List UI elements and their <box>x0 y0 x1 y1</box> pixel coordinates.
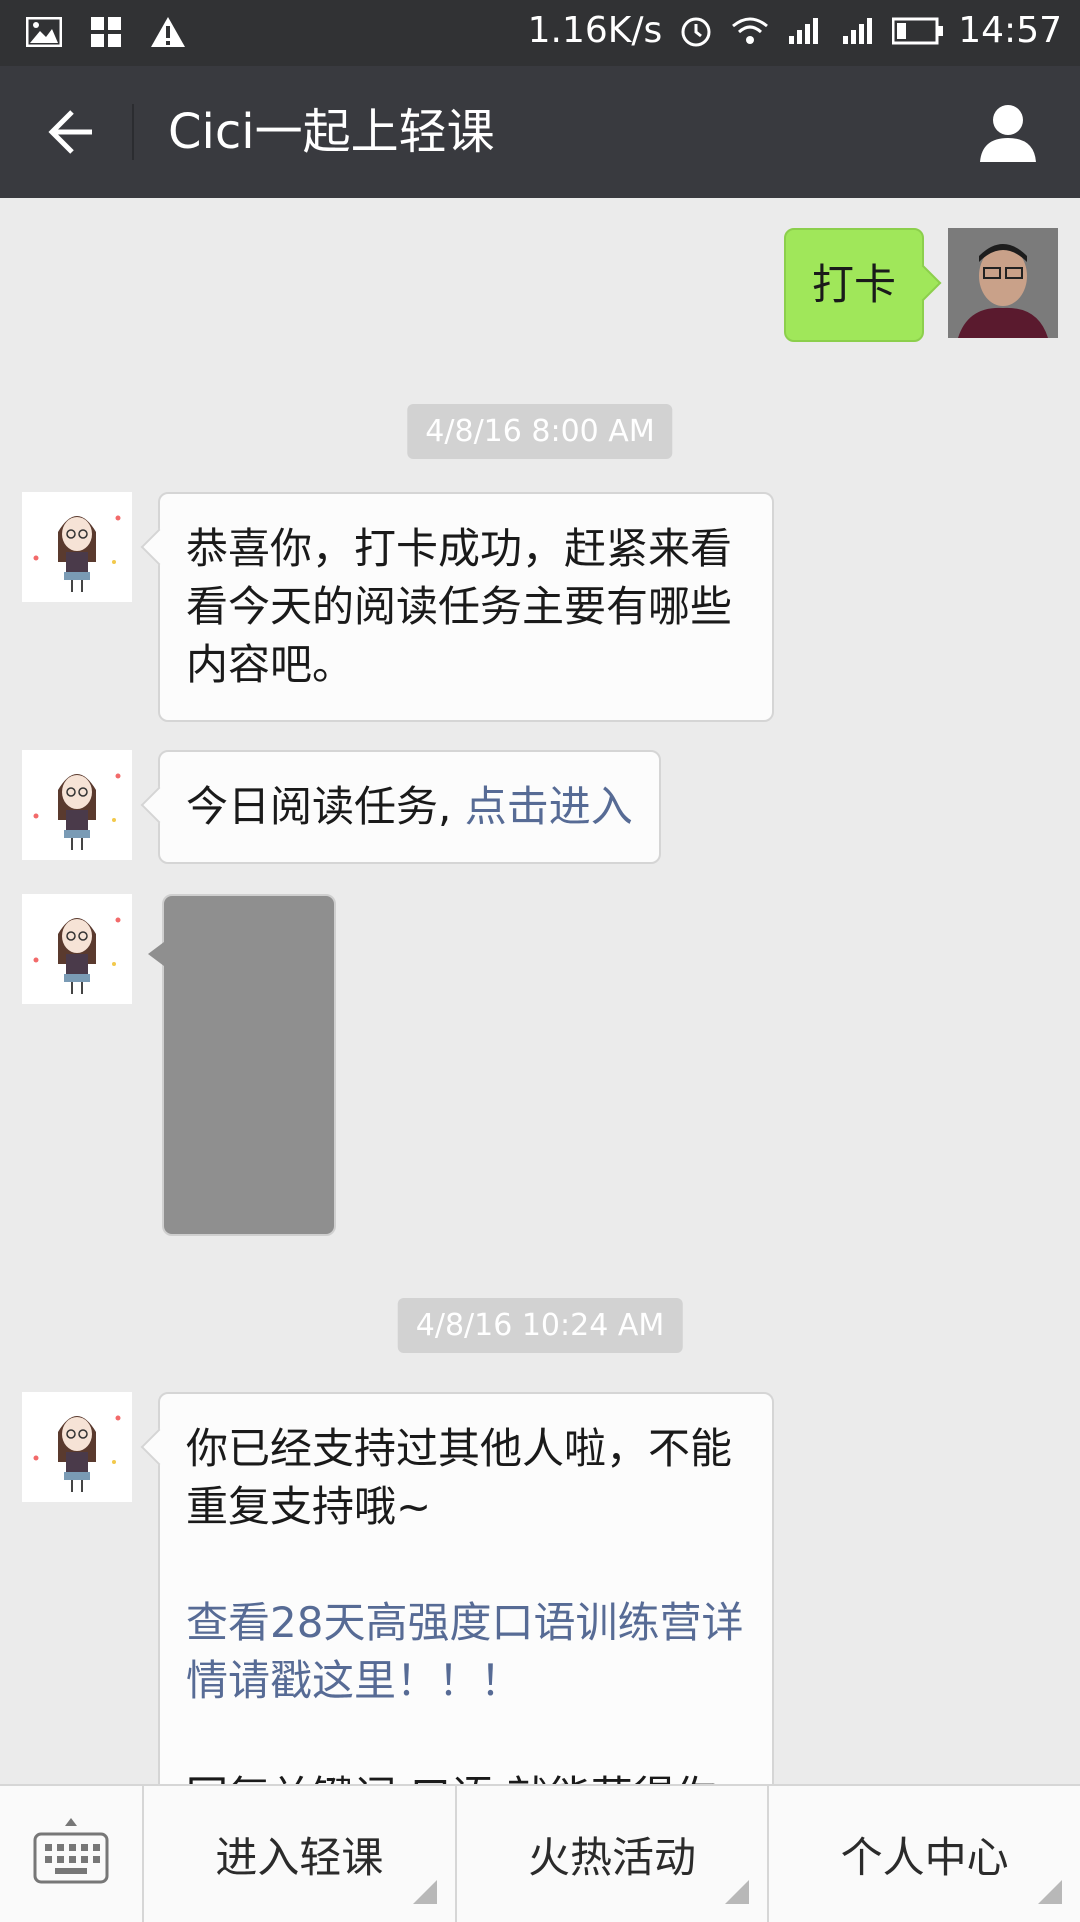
outgoing-message-text: 打卡 <box>812 260 897 309</box>
battery-icon <box>892 11 944 51</box>
menu-label: 进入轻课 <box>215 1832 384 1882</box>
message-text: 今日阅读任务, <box>186 782 465 831</box>
alarm-icon <box>676 11 716 51</box>
incoming-message[interactable]: 你已经支持过其他人啦，不能重复支持哦~ 查看28天高强度口语训练营详情请戳这里！… <box>158 1392 774 1784</box>
girl-avatar-icon <box>22 492 132 602</box>
bot-avatar[interactable] <box>22 750 132 860</box>
user-avatar[interactable] <box>948 228 1058 338</box>
message-text: 你已经支持过其他人啦，不能重复支持哦~ <box>186 1424 733 1531</box>
girl-avatar-icon <box>22 750 132 860</box>
bot-avatar[interactable] <box>22 894 132 1004</box>
menu-label: 火热活动 <box>528 1832 697 1882</box>
keyboard-toggle-button[interactable] <box>0 1786 144 1922</box>
profile-button[interactable] <box>976 100 1040 164</box>
training-camp-link[interactable]: 查看28天高强度口语训练营详情请戳这里！！！ <box>186 1594 746 1710</box>
signal-icon-2 <box>838 11 878 51</box>
bottom-menu-bar: 进入轻课 火热活动 个人中心 <box>0 1784 1080 1922</box>
timestamp: 4/8/16 10:24 AM <box>397 1298 683 1353</box>
clock: 14:57 <box>958 10 1062 51</box>
menu-enter-lesson[interactable]: 进入轻课 <box>144 1786 457 1922</box>
incoming-message[interactable]: 恭喜你，打卡成功，赶紧来看看今天的阅读任务主要有哪些内容吧。 <box>158 492 774 722</box>
chat-title: Cici一起上轻课 <box>168 104 495 160</box>
wifi-icon <box>730 11 770 51</box>
message-text-cut: 回复关键词 口语 就能获得你的 <box>186 1768 746 1784</box>
submenu-indicator-icon <box>412 1880 437 1904</box>
chat-area[interactable]: 打卡 4/8/16 8:00 AM 恭喜你，打卡成功，赶紧来看看今天的阅读任务主… <box>0 198 1080 1784</box>
network-speed: 1.16K/s <box>527 10 663 51</box>
keyboard-icon <box>33 1818 109 1884</box>
incoming-message[interactable]: 今日阅读任务, 点击进入 <box>158 750 661 864</box>
image-message[interactable] <box>148 894 336 1236</box>
reading-task-link[interactable]: 点击进入 <box>465 782 633 831</box>
submenu-indicator-icon <box>725 1880 750 1904</box>
girl-avatar-icon <box>22 894 132 1004</box>
apps-icon <box>86 12 126 52</box>
menu-label: 个人中心 <box>840 1832 1009 1882</box>
user-photo <box>948 228 1058 338</box>
message-text: 恭喜你，打卡成功，赶紧来看看今天的阅读任务主要有哪些内容吧。 <box>186 524 733 689</box>
menu-hot-events[interactable]: 火热活动 <box>457 1786 770 1922</box>
chat-header: Cici一起上轻课 <box>0 66 1080 198</box>
timestamp: 4/8/16 8:00 AM <box>407 404 673 459</box>
status-bar: 1.16K/s 14:57 <box>0 0 1080 66</box>
signal-icon-1 <box>784 11 824 51</box>
back-button[interactable] <box>40 102 100 162</box>
submenu-indicator-icon <box>1038 1880 1063 1904</box>
back-arrow-icon <box>48 110 92 154</box>
bot-avatar[interactable] <box>22 492 132 602</box>
girl-avatar-icon <box>22 1392 132 1502</box>
warning-icon <box>148 12 188 52</box>
outgoing-message[interactable]: 打卡 <box>784 228 925 342</box>
header-divider <box>132 104 134 160</box>
bot-avatar[interactable] <box>22 1392 132 1502</box>
image-icon <box>24 12 64 52</box>
person-icon <box>980 105 1036 162</box>
menu-personal-center[interactable]: 个人中心 <box>769 1786 1080 1922</box>
